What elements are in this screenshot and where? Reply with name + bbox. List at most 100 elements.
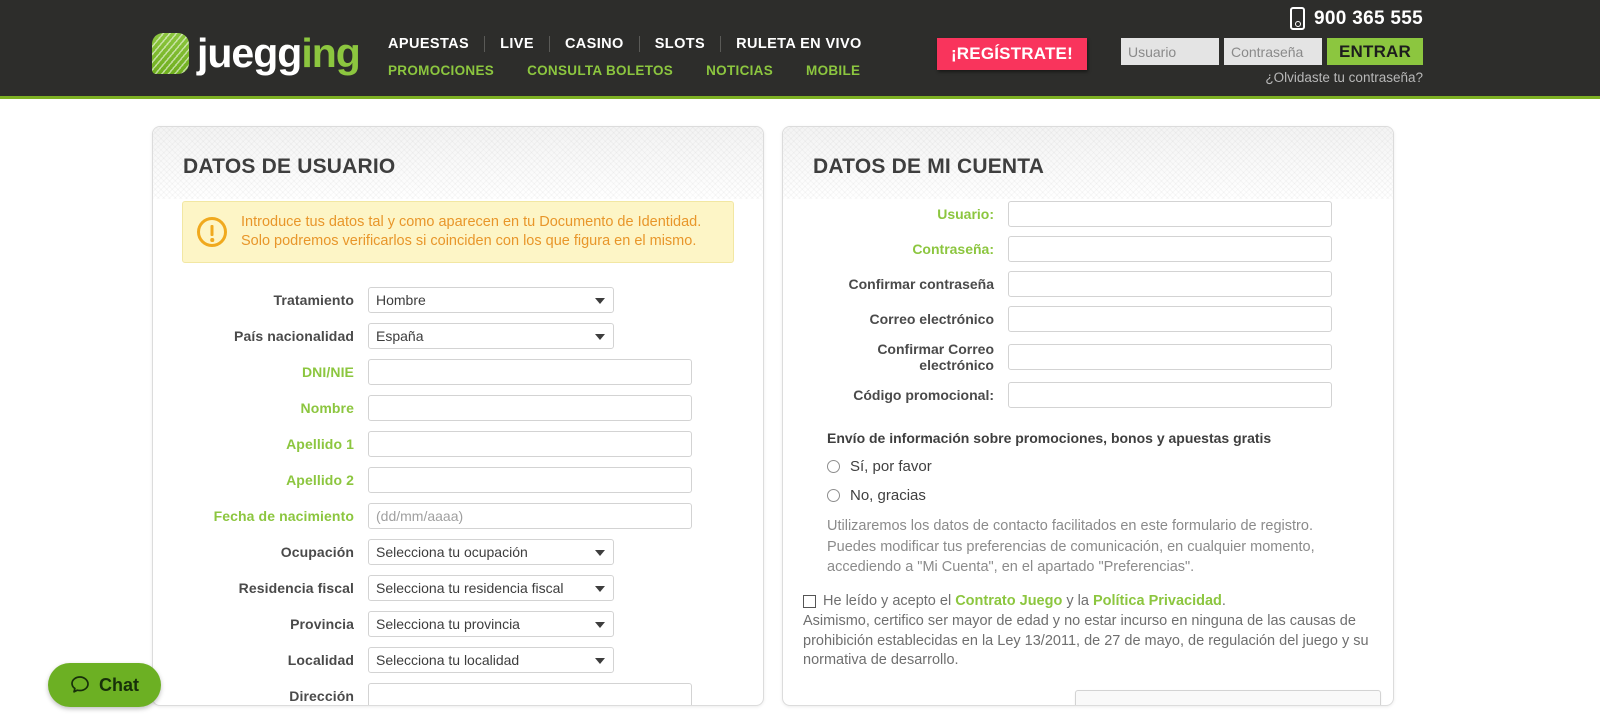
field-row-provincia: Provincia Selecciona tu provincia [173, 611, 743, 638]
label-apellido-1: Apellido 1 [286, 436, 354, 453]
nav-item-consulta-boletos[interactable]: CONSULTA BOLETOS [527, 63, 673, 78]
support-phone: 900 365 555 [1290, 7, 1423, 30]
input-nombre[interactable] [368, 395, 692, 422]
select-localidad-value: Selecciona tu localidad [376, 652, 520, 669]
select-ocupacion-value: Selecciona tu ocupación [376, 544, 528, 561]
label-correo-electronico: Correo electrónico [869, 311, 994, 327]
nav-item-promociones[interactable]: PROMOCIONES [388, 63, 494, 78]
forgot-password-link[interactable]: ¿Olvidaste tu contraseña? [1265, 70, 1423, 85]
terms-body-text: Asimismo, certifico ser mayor de edad y … [803, 613, 1369, 668]
label-dni-nie: DNI/NIE [301, 364, 354, 381]
recaptcha-widget[interactable]: No soy un robot [1075, 690, 1381, 705]
select-localidad[interactable]: Selecciona tu localidad [368, 647, 614, 674]
label-nombre: Nombre [300, 400, 354, 417]
username-input[interactable] [1120, 38, 1219, 65]
label-contrasena: Contraseña: [912, 241, 994, 257]
chevron-down-icon [595, 550, 605, 557]
radio-no-icon[interactable] [827, 489, 840, 502]
radio-si-icon[interactable] [827, 460, 840, 473]
site-logo[interactable]: juegging [152, 30, 361, 76]
chat-widget-button[interactable]: Chat [48, 663, 161, 707]
select-pais-nacionalidad-value: España [376, 328, 424, 345]
select-residencia-fiscal-value: Selecciona tu residencia fiscal [376, 580, 564, 597]
nav-item-mobile[interactable]: MOBILE [806, 63, 860, 78]
identity-alert-text: Introduce tus datos tal y como aparecen … [241, 214, 702, 250]
nav-item-casino[interactable]: CASINO [550, 36, 639, 52]
identity-alert: Introduce tus datos tal y como aparecen … [182, 201, 734, 264]
select-residencia-fiscal[interactable]: Selecciona tu residencia fiscal [368, 575, 614, 602]
label-fecha-nacimiento: Fecha de nacimiento [213, 508, 354, 525]
mobile-phone-icon [1290, 7, 1306, 30]
radio-option-no[interactable]: No, gracias [827, 487, 1373, 504]
chevron-down-icon [595, 298, 605, 305]
input-usuario[interactable] [1008, 201, 1332, 227]
site-header: juegging APUESTAS LIVE CASINO SLOTS RULE… [0, 0, 1600, 99]
input-apellido-2[interactable] [368, 467, 692, 494]
label-localidad: Localidad [287, 652, 354, 669]
communication-preferences: Envío de información sobre promociones, … [827, 430, 1373, 578]
field-row-tratamiento: Tratamiento Hombre [173, 287, 743, 314]
radio-si-label: Sí, por favor [850, 458, 932, 475]
label-ocupacion: Ocupación [280, 544, 354, 561]
preferences-note: Utilizaremos los datos de contacto facil… [827, 518, 1315, 576]
input-contrasena[interactable] [1008, 236, 1332, 262]
input-correo-electronico[interactable] [1008, 306, 1332, 332]
input-direccion[interactable] [368, 683, 692, 705]
label-tratamiento: Tratamiento [273, 292, 354, 309]
label-usuario: Usuario: [937, 206, 994, 222]
chevron-down-icon [595, 334, 605, 341]
password-input[interactable] [1223, 38, 1322, 65]
input-confirmar-contrasena[interactable] [1008, 271, 1332, 297]
nav-item-live[interactable]: LIVE [485, 36, 549, 52]
nav-item-noticias[interactable]: NOTICIAS [706, 63, 773, 78]
select-tratamiento[interactable]: Hombre [368, 287, 614, 314]
politica-privacidad-link[interactable]: Política Privacidad [1093, 593, 1222, 609]
user-data-title: DATOS DE USUARIO [183, 155, 396, 178]
input-dni-nie[interactable] [368, 359, 692, 386]
field-row-usuario: Usuario: [803, 201, 1373, 227]
select-pais-nacionalidad[interactable]: España [368, 323, 614, 350]
label-residencia-fiscal: Residencia fiscal [238, 580, 354, 597]
label-confirmar-correo-electronico: Confirmar Correo electrónico [877, 341, 994, 373]
input-apellido-1[interactable] [368, 431, 692, 458]
field-row-codigo-promocional: Código promocional: [803, 382, 1373, 408]
field-row-contrasena: Contraseña: [803, 236, 1373, 262]
terms-checkbox[interactable] [803, 594, 816, 608]
label-confirmar-contrasena: Confirmar contraseña [848, 276, 994, 292]
primary-navigation: APUESTAS LIVE CASINO SLOTS RULETA EN VIV… [388, 36, 877, 52]
field-row-apellido-1: Apellido 1 [173, 431, 743, 458]
account-data-title: DATOS DE MI CUENTA [813, 155, 1045, 178]
label-direccion: Dirección [289, 688, 354, 705]
input-confirmar-correo-electronico[interactable] [1008, 344, 1332, 370]
field-row-confirmar-contrasena: Confirmar contraseña [803, 271, 1373, 297]
page-body: DATOS DE USUARIO Introduce tus datos tal… [0, 99, 1600, 727]
logo-text: juegging [197, 30, 361, 76]
login-bar: ¡REGÍSTRATE! ENTRAR [936, 38, 1423, 70]
input-codigo-promocional[interactable] [1008, 382, 1332, 408]
select-provincia-value: Selecciona tu provincia [376, 616, 520, 633]
input-fecha-nacimiento[interactable] [368, 503, 692, 530]
label-pais-nacionalidad: País nacionalidad [234, 328, 354, 345]
field-row-residencia-fiscal: Residencia fiscal Selecciona tu residenc… [173, 575, 743, 602]
login-button[interactable]: ENTRAR [1326, 38, 1423, 65]
nav-item-apuestas[interactable]: APUESTAS [388, 36, 484, 52]
juegging-logo-mark-icon [152, 33, 189, 74]
register-button[interactable]: ¡REGÍSTRATE! [936, 38, 1087, 70]
label-codigo-promocional: Código promocional: [853, 387, 994, 403]
field-row-ocupacion: Ocupación Selecciona tu ocupación [173, 539, 743, 566]
radio-option-si[interactable]: Sí, por favor [827, 458, 1373, 475]
terms-middle: y la [1062, 592, 1093, 609]
field-row-nombre: Nombre [173, 395, 743, 422]
logo-text-white: juegg [197, 30, 302, 76]
secondary-navigation: PROMOCIONES CONSULTA BOLETOS NOTICIAS MO… [388, 63, 893, 78]
select-provincia[interactable]: Selecciona tu provincia [368, 611, 614, 638]
contrato-juego-link[interactable]: Contrato Juego [955, 593, 1062, 609]
select-ocupacion[interactable]: Selecciona tu ocupación [368, 539, 614, 566]
account-data-panel: DATOS DE MI CUENTA Usuario: Contraseña: … [782, 126, 1394, 706]
nav-item-ruleta-en-vivo[interactable]: RULETA EN VIVO [721, 36, 877, 52]
select-tratamiento-value: Hombre [376, 292, 426, 309]
chevron-down-icon [595, 622, 605, 629]
field-row-confirmar-correo-electronico: Confirmar Correo electrónico [803, 341, 1373, 373]
nav-item-slots[interactable]: SLOTS [640, 36, 720, 52]
logo-text-green: ing [301, 30, 360, 76]
